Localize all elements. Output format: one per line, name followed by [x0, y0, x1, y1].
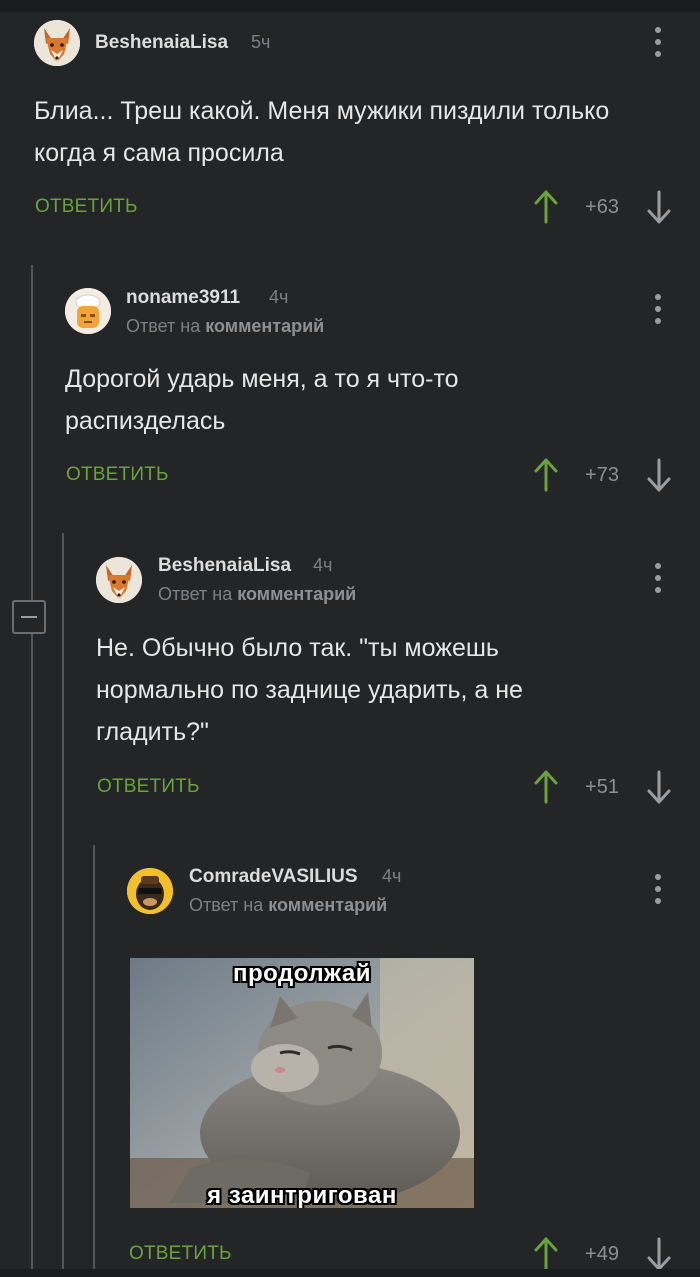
comment-time: 4ч [382, 866, 402, 886]
user-avatar[interactable] [34, 20, 80, 66]
thread-line-level-1[interactable] [31, 265, 33, 1277]
thread-line-level-3[interactable] [93, 845, 95, 1277]
comment-author[interactable]: BeshenaiaLisa [158, 555, 291, 577]
reply-to-prefix: Ответ на [189, 895, 264, 915]
comment-rating: +73 [585, 464, 619, 486]
comment-author[interactable]: BeshenaiaLisa [95, 32, 228, 54]
comment-text: Блиа... Треш какой. Меня мужики пиздили … [34, 97, 610, 167]
reply-to-label[interactable]: Ответ на комментарий [126, 316, 324, 337]
reply-to-prefix: Ответ на [126, 316, 201, 336]
meme-caption-top: продолжай [233, 960, 371, 987]
chef-icon [65, 288, 111, 334]
comment-time: 5ч [251, 32, 271, 52]
comment-image[interactable]: продолжай я заинтригован [130, 958, 474, 1208]
fox-icon [34, 20, 80, 66]
more-options-icon[interactable] [653, 563, 663, 593]
vote-up-icon[interactable] [532, 1237, 560, 1271]
cat-meme-picture [130, 958, 474, 1208]
comment-text: Не. Обычно было так. "ты можешь нормальн… [96, 634, 523, 746]
reply-to-prefix: Ответ на [158, 584, 233, 604]
vote-down-icon[interactable] [645, 190, 673, 224]
reply-to-label[interactable]: Ответ на комментарий [189, 895, 387, 916]
vote-up-icon[interactable] [532, 458, 560, 492]
reply-to-link[interactable]: комментарий [237, 584, 356, 604]
comment-rating: +63 [585, 196, 619, 218]
comment-author[interactable]: noname3911 [126, 287, 240, 309]
more-options-icon[interactable] [653, 294, 663, 324]
comment-rating: +51 [585, 776, 619, 798]
bottom-bar [0, 1269, 700, 1277]
vote-down-icon[interactable] [645, 1237, 673, 1271]
comment-time: 4ч [313, 555, 333, 575]
reply-button[interactable]: ОТВЕТИТЬ [97, 776, 200, 798]
reply-button[interactable]: ОТВЕТИТЬ [35, 196, 138, 218]
vote-down-icon[interactable] [645, 458, 673, 492]
more-options-icon[interactable] [653, 27, 663, 57]
collapse-thread-button[interactable] [12, 600, 46, 634]
user-avatar[interactable] [127, 868, 173, 914]
vote-down-icon[interactable] [645, 770, 673, 804]
reply-button[interactable]: ОТВЕТИТЬ [129, 1243, 232, 1265]
more-options-icon[interactable] [653, 874, 663, 904]
reply-button[interactable]: ОТВЕТИТЬ [66, 464, 169, 486]
reply-to-link[interactable]: комментарий [268, 895, 387, 915]
comment-author[interactable]: ComradeVASILIUS [189, 866, 358, 888]
comment-text: Дорогой ударь меня, а то я что-то распиз… [65, 365, 459, 435]
meme-caption-bottom: я заинтригован [207, 1182, 397, 1208]
reply-to-link[interactable]: комментарий [205, 316, 324, 336]
comment-rating: +49 [585, 1243, 619, 1265]
reply-to-label[interactable]: Ответ на комментарий [158, 584, 356, 605]
thread-line-level-2[interactable] [62, 533, 64, 1277]
cartoon-character-icon [127, 868, 173, 914]
vote-up-icon[interactable] [532, 770, 560, 804]
top-bar [0, 0, 700, 12]
user-avatar[interactable] [65, 288, 111, 334]
user-avatar[interactable] [96, 557, 142, 603]
vote-up-icon[interactable] [532, 190, 560, 224]
comment-time: 4ч [269, 287, 289, 307]
fox-icon [96, 557, 142, 603]
